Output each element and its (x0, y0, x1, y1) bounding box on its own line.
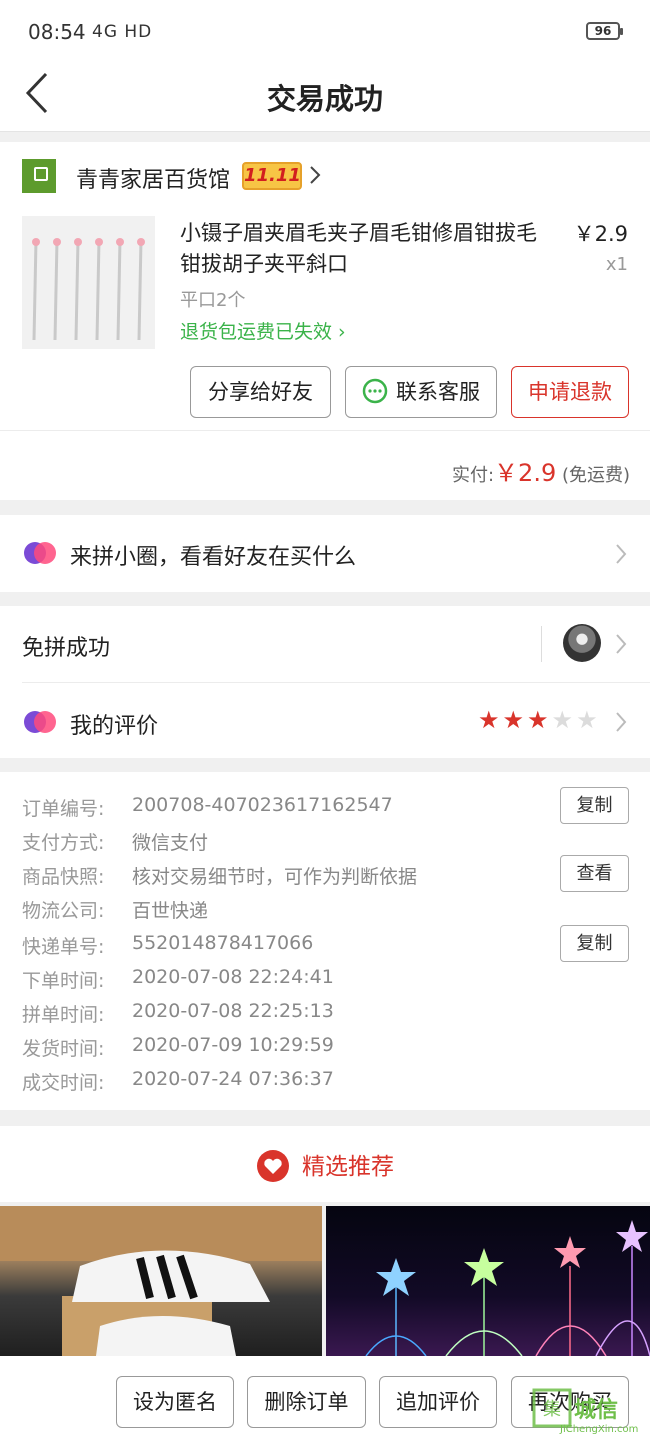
order-info-card: 订单编号: 200708-407023617162547 复制 支付方式: 微信支付 商品… (0, 772, 650, 1110)
return-note-text: 退货包运费已失效 (180, 321, 333, 343)
copy-button[interactable]: 复制 (560, 787, 629, 824)
chevron-right-icon[interactable] (614, 632, 628, 656)
network-indicator: 4G HD (92, 22, 153, 42)
recommended-product-star-lights-image[interactable] (326, 1206, 650, 1356)
product-title[interactable]: 小镊子眉夹眉毛夹子眉毛钳修眉钳拔毛钳拔胡子夹平斜口 (180, 218, 550, 280)
product-image[interactable] (22, 216, 155, 349)
contact-service-button[interactable]: 联系客服 (345, 366, 497, 418)
double-eleven-badge: 11.11 (242, 162, 302, 190)
star-empty-icon: ★ (576, 706, 601, 734)
order-info-value: 2020-07-09 10:29:59 (132, 1034, 334, 1056)
watermark-subtext: JiChengXin.com (560, 1424, 639, 1435)
chevron-right-icon[interactable] (614, 710, 628, 734)
divider (0, 430, 650, 431)
recommended-product-sneakers-image[interactable] (0, 1206, 322, 1356)
order-info-value: 2020-07-24 07:36:37 (132, 1068, 334, 1090)
order-info-value: 2020-07-08 22:25:13 (132, 1000, 334, 1022)
star-filled-icon: ★ (527, 706, 552, 734)
order-info-label: 商品快照: (22, 866, 105, 888)
review-logo-icon (24, 711, 56, 733)
order-info-label: 成交时间: (22, 1072, 105, 1094)
order-info-value: 百世快递 (132, 900, 209, 922)
star-filled-icon: ★ (502, 706, 528, 734)
order-info-label: 订单编号: (22, 798, 105, 820)
order-info-value: 核对交易细节时，可作为判断依据 (132, 866, 418, 888)
svg-text:集: 集 (543, 1399, 561, 1420)
copy-button[interactable]: 复制 (560, 925, 629, 962)
friend-circle-row[interactable]: 来拼小圈，看看好友在买什么 (0, 515, 650, 592)
order-info-label: 发货时间: (22, 1038, 105, 1060)
product-spec: 平口2个 (180, 290, 246, 311)
order-info-value: 微信支付 (132, 832, 209, 854)
paid-amount: ￥2.9 (494, 459, 557, 487)
order-info-label: 下单时间: (22, 970, 105, 992)
avatar[interactable] (563, 624, 601, 662)
chevron-right-icon[interactable] (308, 162, 322, 188)
view-button[interactable]: 查看 (560, 855, 629, 892)
add-review-button[interactable]: 追加评价 (379, 1376, 497, 1428)
chevron-right-icon (616, 544, 627, 564)
review-stars: ★★★★★ (478, 706, 601, 734)
order-info-label: 快递单号: (22, 936, 105, 958)
order-info-label: 支付方式: (22, 832, 105, 854)
share-button[interactable]: 分享给好友 (190, 366, 331, 418)
page-title: 交易成功 (266, 82, 383, 116)
separator (541, 626, 542, 662)
shop-name[interactable]: 青青家居百货馆 (76, 162, 230, 194)
nav-bar: 交易成功 (0, 62, 650, 132)
order-info-value: 552014878417066 (132, 932, 314, 954)
status-bar: 08:54 4G HD 96 (0, 0, 650, 62)
recommend-title-text: 精选推荐 (302, 1154, 394, 1180)
my-review-text[interactable]: 我的评价 (70, 708, 158, 740)
group-review-card: 免拼成功 我的评价 (0, 606, 650, 758)
order-info-value: 2020-07-08 22:24:41 (132, 966, 334, 988)
chat-icon (362, 378, 388, 404)
product-price: ￥2.9 (573, 222, 628, 246)
shipping-note: (免运费) (561, 465, 630, 486)
divider (22, 682, 650, 683)
paid-label: 实付: (451, 465, 495, 486)
refund-button[interactable]: 申请退款 (511, 366, 629, 418)
watermark-text: 城信 (574, 1398, 619, 1423)
group-status-text: 免拼成功 (22, 636, 111, 661)
heart-icon (257, 1149, 289, 1182)
set-anonymous-button[interactable]: 设为匿名 (116, 1376, 234, 1428)
product-quantity: x1 (605, 254, 628, 275)
order-info-value: 200708-407023617162547 (132, 794, 393, 816)
star-filled-icon: ★ (478, 706, 503, 734)
status-time: 08:54 (28, 20, 86, 44)
shop-logo (22, 159, 56, 193)
star-empty-icon: ★ (551, 706, 577, 734)
contact-service-label: 联系客服 (396, 380, 480, 404)
order-info-label: 拼单时间: (22, 1004, 105, 1026)
order-card: 青青家居百货馆 11.11 小镊子眉夹眉毛夹子眉毛钳修眉钳拔毛钳拔胡子夹平斜口 … (0, 142, 650, 500)
paid-row: 实付:￥2.9 (免运费) (452, 453, 630, 488)
friend-circle-text: 来拼小圈，看看好友在买什么 (70, 545, 357, 570)
delete-order-button[interactable]: 删除订单 (247, 1376, 366, 1428)
recommend-title: 精选推荐 (0, 1147, 650, 1183)
circle-logo-icon (24, 542, 56, 564)
return-shipping-note[interactable]: 退货包运费已失效 › (180, 317, 346, 344)
battery-icon: 96 (586, 22, 623, 40)
order-info-label: 物流公司: (22, 900, 105, 922)
